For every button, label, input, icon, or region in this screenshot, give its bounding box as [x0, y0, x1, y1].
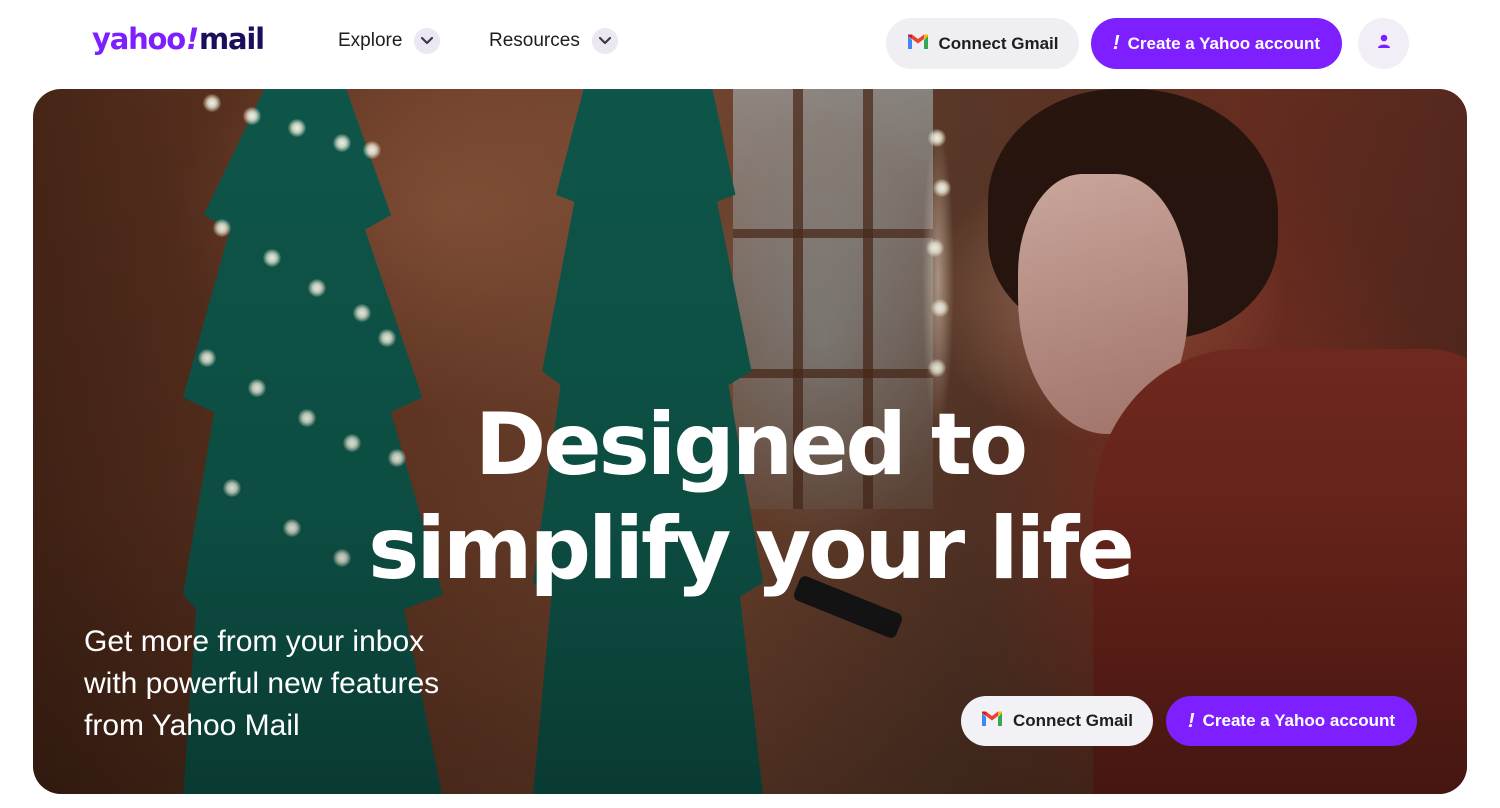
connect-gmail-button[interactable]: Connect Gmail — [886, 18, 1079, 69]
hero-banner: Designed to simplify your life Get more … — [33, 89, 1467, 794]
person-icon — [1376, 33, 1392, 54]
hero-headline-line1: Designed to — [474, 395, 1028, 495]
logo-mail-text: mail — [199, 22, 265, 56]
nav-explore[interactable]: Explore — [338, 28, 441, 54]
hero-connect-gmail-button[interactable]: Connect Gmail — [961, 696, 1153, 746]
gmail-icon — [981, 710, 1003, 732]
chevron-down-icon[interactable] — [591, 28, 618, 54]
gmail-icon — [907, 33, 929, 55]
hero-connect-gmail-label: Connect Gmail — [1013, 711, 1133, 730]
hero-create-account-label: Create a Yahoo account — [1202, 711, 1396, 730]
hero-subtext: Get more from your inbox with powerful n… — [84, 621, 544, 747]
site-header: yahoo ! mail Explore Resources Connect G… — [0, 0, 1500, 88]
hero-subtext-line: with powerful new features — [84, 667, 440, 700]
create-account-button[interactable]: ! Create a Yahoo account — [1091, 18, 1342, 69]
create-account-label: Create a Yahoo account — [1127, 33, 1321, 53]
logo-bang-text: ! — [185, 22, 199, 56]
yahoo-bang-icon: ! — [1112, 32, 1120, 54]
account-button[interactable] — [1358, 18, 1409, 69]
logo-yahoo-text: yahoo — [92, 22, 186, 56]
nav-resources[interactable]: Resources — [489, 28, 618, 54]
nav-resources-label: Resources — [489, 30, 580, 51]
hero-subtext-line: Get more from your inbox — [84, 625, 425, 658]
yahoo-bang-icon: ! — [1187, 709, 1195, 732]
yahoo-mail-logo[interactable]: yahoo ! mail — [92, 22, 265, 58]
nav-explore-label: Explore — [338, 30, 403, 51]
hero-create-account-button[interactable]: ! Create a Yahoo account — [1166, 696, 1417, 746]
hero-headline-line2: simplify your life — [368, 499, 1135, 599]
connect-gmail-label: Connect Gmail — [938, 33, 1059, 53]
chevron-down-icon[interactable] — [414, 28, 441, 54]
hero-subtext-line: from Yahoo Mail — [84, 709, 300, 742]
